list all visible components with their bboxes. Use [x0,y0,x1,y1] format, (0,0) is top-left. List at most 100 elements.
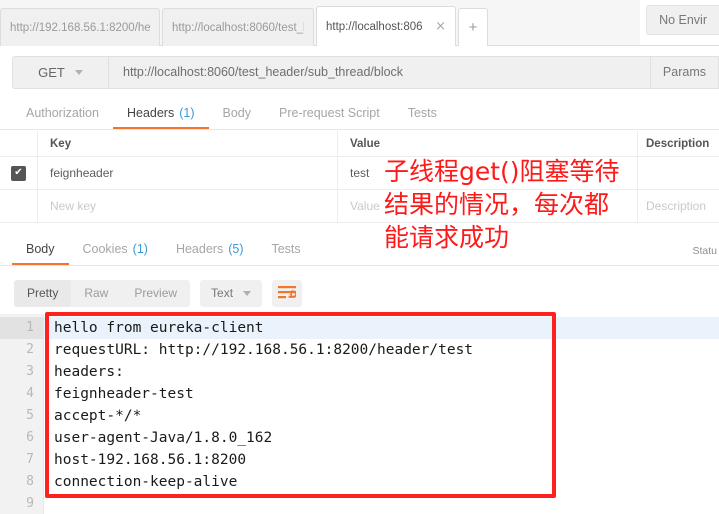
chevron-down-icon [74,69,83,75]
tab-tests-label: Tests [407,105,437,120]
tab-headers[interactable]: Headers (1) [112,98,209,129]
url-input-value: http://localhost:8060/test_header/sub_th… [123,65,404,79]
tab-pre-request-script[interactable]: Pre-request Script [265,98,394,129]
view-mode-pretty[interactable]: Pretty [14,279,72,307]
tab-response-cookies-count: (1) [132,241,148,256]
response-body-text: hello from eureka-client requestURL: htt… [44,314,719,514]
tab-response-cookies[interactable]: Cookies (1) [69,234,162,265]
row-key-value: feignheader [50,166,114,180]
request-tab-3-label: http://localhost:8060/ [326,20,424,33]
close-icon[interactable]: × [435,20,446,33]
code-line: host-192.168.56.1:8200 [54,452,247,468]
tab-response-body[interactable]: Body [12,234,69,265]
row-value-value: test [350,166,370,180]
new-description-placeholder: Description [646,199,707,213]
table-row-new[interactable]: New key Value Description [0,190,719,223]
column-value: Value [338,131,638,156]
url-bar: GET http://localhost:8060/test_header/su… [0,46,719,98]
tab-response-headers-label: Headers [175,241,224,256]
code-line: headers: [54,364,124,380]
line-number: 1 [0,317,43,339]
view-mode-raw[interactable]: Raw [71,280,121,307]
row-checkbox-cell[interactable]: ✔ [0,157,38,189]
chevron-down-icon [243,290,252,296]
view-mode-pretty-label: Pretty [27,286,59,300]
view-mode-raw-label: Raw [84,286,109,300]
environment-selector[interactable]: No Envir [646,5,719,35]
new-tab-button[interactable]: + [458,8,488,46]
view-mode-preview[interactable]: Preview [121,280,190,307]
tab-response-headers-count: (5) [228,241,244,256]
line-number: 8 [26,474,34,489]
wrap-lines-icon [278,286,297,299]
table-row[interactable]: ✔ feignheader test [0,157,719,190]
tab-body-label: Body [222,105,252,120]
code-line: accept-*/* [54,408,142,424]
new-key-input[interactable]: New key [38,190,338,222]
line-number: 6 [26,430,34,445]
row-description-input[interactable] [638,157,719,189]
checkbox-checked-icon[interactable]: ✔ [11,165,26,181]
line-number: 7 [26,452,34,467]
request-tab-3[interactable]: http://localhost:8060/ × [316,6,456,46]
row-value-input[interactable]: test [338,157,638,189]
row-key-input[interactable]: feignheader [38,157,338,189]
line-number: 3 [26,364,34,379]
tab-response-tests-label: Tests [271,241,301,256]
line-number-gutter: 1 2 3 4 5 6 7 8 9 [0,314,44,514]
request-tab-1[interactable]: http://192.168.56.1:8200/he [0,8,160,46]
status-badge: Statu [692,245,717,257]
tab-body[interactable]: Body [209,98,266,129]
tab-response-body-label: Body [26,241,55,256]
tab-pre-request-script-label: Pre-request Script [279,105,380,120]
url-input[interactable]: http://localhost:8060/test_header/sub_th… [108,55,651,89]
postman-window: http://192.168.56.1:8200/he http://local… [0,0,719,514]
response-section-tabs: Body Cookies (1) Headers (5) Tests [0,234,719,266]
line-number: 9 [26,496,34,511]
request-tab-1-label: http://192.168.56.1:8200/he [10,21,150,34]
http-method-select[interactable]: GET [12,55,108,89]
table-header-row: Key Value Description [0,131,719,157]
plus-icon: + [468,19,478,36]
line-number: 2 [26,342,34,357]
code-line: connection-keep-alive [54,474,238,490]
environment-label: No Envir [659,13,707,27]
line-number: 4 [26,386,34,401]
headers-table: Key Value Description ✔ feignheader test [0,131,719,228]
new-key-placeholder: New key [50,199,97,213]
request-section-tabs: Authorization Headers (1) Body Pre-reque… [0,98,719,130]
new-row-checkbox-cell[interactable] [0,190,38,222]
new-value-input[interactable]: Value [338,190,638,222]
new-description-input[interactable]: Description [638,190,719,222]
tab-headers-label: Headers [126,105,175,120]
response-toolbar: Pretty Raw Preview Text [0,272,719,314]
params-button[interactable]: Params [650,55,719,89]
line-number: 5 [26,408,34,423]
tab-authorization[interactable]: Authorization [12,98,113,129]
tab-headers-count: (1) [179,105,195,120]
http-method-label: GET [38,64,65,80]
view-mode-preview-label: Preview [134,286,178,300]
code-line: user-agent-Java/1.8.0_162 [54,430,273,446]
column-key-label: Key [50,137,72,150]
tab-response-headers[interactable]: Headers (5) [162,234,258,265]
wrap-lines-button[interactable] [272,279,303,307]
tab-authorization-label: Authorization [26,105,99,120]
column-description: Description [638,131,719,156]
tab-response-cookies-label: Cookies [82,241,128,256]
view-mode-group: Pretty Raw Preview [14,279,191,307]
column-key: Key [38,131,338,156]
code-line: hello from eureka-client [44,317,719,339]
request-tab-strip: http://192.168.56.1:8200/he http://local… [0,0,640,46]
request-tab-2[interactable]: http://localhost:8060/test_h [162,8,314,46]
code-line: feignheader-test [54,386,194,402]
response-body-viewer[interactable]: 1 2 3 4 5 6 7 8 9 hello from eureka-clie… [0,314,719,514]
column-description-label: Description [646,137,710,150]
select-all-cell [0,131,38,156]
format-select[interactable]: Text [200,279,263,307]
tab-tests[interactable]: Tests [394,98,451,129]
params-label: Params [662,65,706,79]
tab-response-tests[interactable]: Tests [257,234,314,265]
column-value-label: Value [350,137,381,150]
